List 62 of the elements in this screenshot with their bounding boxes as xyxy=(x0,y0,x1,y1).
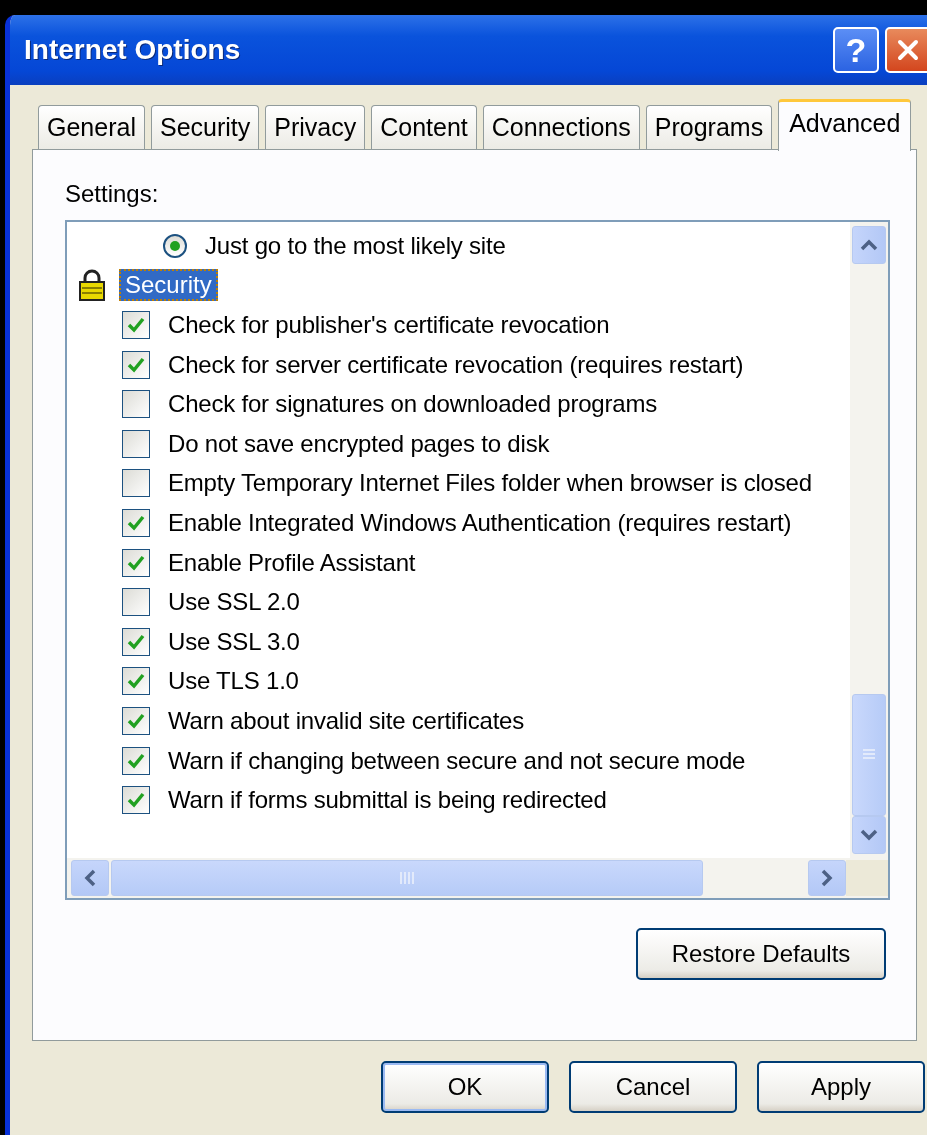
checkmark-icon xyxy=(126,315,146,335)
help-button[interactable]: ? xyxy=(833,27,879,73)
option-label: Enable Profile Assistant xyxy=(168,548,416,577)
option-label: Check for server certificate revocation (requires restart) xyxy=(168,350,744,379)
tab[interactable]: Privacy xyxy=(265,105,366,149)
tab[interactable]: Content xyxy=(371,105,477,149)
option-label: Use SSL 3.0 xyxy=(168,627,300,656)
horizontal-scrollbar[interactable] xyxy=(67,858,888,898)
close-icon xyxy=(895,37,921,63)
option-label: Use SSL 2.0 xyxy=(168,588,300,617)
tab[interactable]: General xyxy=(38,105,145,149)
tab[interactable]: Programs xyxy=(645,105,773,149)
option-label: Empty Temporary Internet Files folder when browser is closed xyxy=(168,469,812,498)
dialog-button[interactable]: OK xyxy=(381,1061,549,1113)
checkbox[interactable] xyxy=(122,350,150,379)
checkbox[interactable] xyxy=(122,469,150,498)
tab[interactable]: Security xyxy=(150,105,260,149)
scroll-right-button[interactable] xyxy=(808,860,846,896)
checkbox[interactable] xyxy=(122,429,150,458)
restore-defaults-button[interactable]: Restore Defaults xyxy=(636,928,886,980)
checkbox[interactable] xyxy=(122,508,150,537)
chevron-right-icon xyxy=(820,868,834,888)
grip-icon xyxy=(862,748,876,762)
scroll-down-button[interactable] xyxy=(852,816,886,854)
tab[interactable]: Connections xyxy=(482,105,640,149)
checkbox[interactable] xyxy=(122,746,150,775)
chevron-up-icon xyxy=(859,238,879,252)
scroll-up-button[interactable] xyxy=(852,226,886,264)
checkbox[interactable] xyxy=(122,627,150,656)
option-label: Warn about invalid site certificates xyxy=(168,706,525,735)
checkbox[interactable] xyxy=(122,548,150,577)
scroll-thumb[interactable] xyxy=(852,694,886,816)
checkbox[interactable] xyxy=(122,706,150,735)
chevron-down-icon xyxy=(859,828,879,842)
radio-button[interactable] xyxy=(163,233,187,258)
chevron-left-icon xyxy=(83,868,97,888)
close-button[interactable] xyxy=(885,27,927,73)
option-label: Do not save encrypted pages to disk xyxy=(168,429,550,458)
scroll-thumb[interactable] xyxy=(111,860,703,896)
option-label: Enable Integrated Windows Authentication (requires restart) xyxy=(168,508,792,537)
dialog-button[interactable]: Apply xyxy=(757,1061,925,1113)
option-label: Warn if changing between secure and not secure mode xyxy=(168,746,746,775)
scrollbar-corner xyxy=(846,860,888,896)
option-label: Check for publisher's certificate revocation xyxy=(168,311,610,339)
grip-icon xyxy=(399,871,415,885)
padlock-icon xyxy=(77,268,107,303)
tab[interactable]: Advanced xyxy=(778,99,912,151)
settings-label: Settings: xyxy=(65,180,160,209)
option-label: Check for signatures on downloaded programs xyxy=(168,390,657,419)
group-label[interactable]: Security xyxy=(119,269,218,302)
option-label: Just go to the most likely site xyxy=(205,231,506,260)
window-title: Internet Options xyxy=(24,34,242,66)
checkbox[interactable] xyxy=(122,311,150,339)
vertical-scrollbar[interactable] xyxy=(850,222,888,858)
checkbox[interactable] xyxy=(122,667,150,696)
checkbox[interactable] xyxy=(122,588,150,617)
checkbox[interactable] xyxy=(122,786,150,815)
option-label: Warn if forms submittal is being redirected xyxy=(168,786,607,815)
checkbox[interactable] xyxy=(122,390,150,419)
option-label: Use TLS 1.0 xyxy=(168,667,299,696)
dialog-button[interactable]: Cancel xyxy=(569,1061,737,1113)
scroll-left-button[interactable] xyxy=(71,860,109,896)
